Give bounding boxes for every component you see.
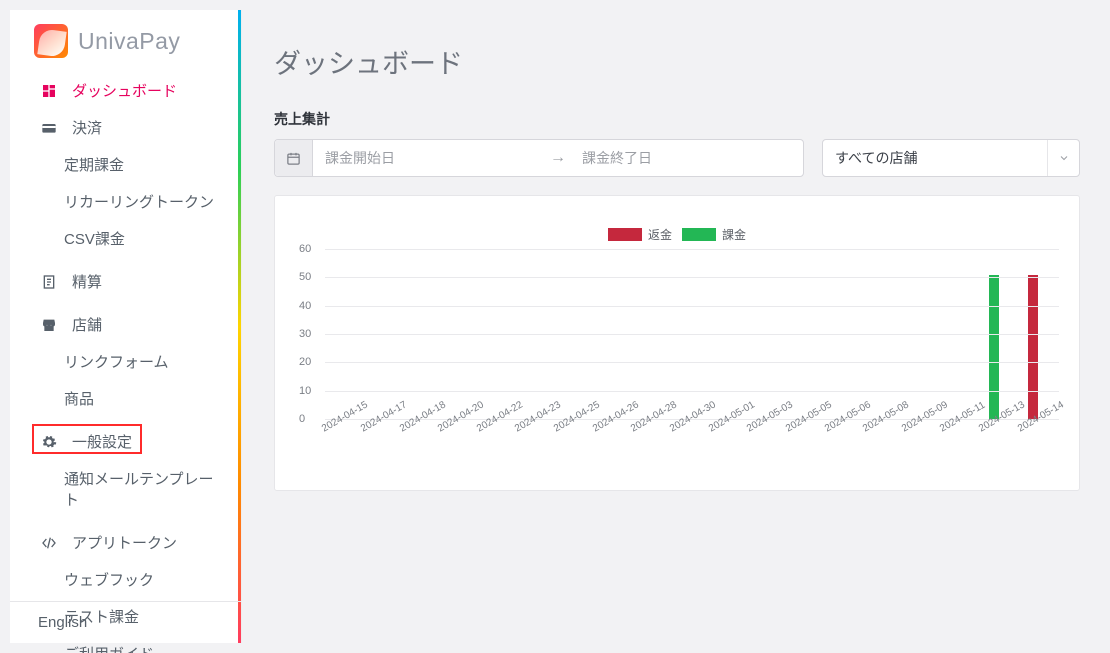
grid-line [325,391,1059,392]
brand-name: UnivaPay [78,28,180,55]
settings-icon [40,434,58,450]
sidebar-item-label: リンクフォーム [64,351,169,372]
y-tick-label: 50 [299,271,311,283]
arrow-right-icon: → [546,149,570,167]
logo-icon [34,24,68,58]
grid-line [325,334,1059,335]
filter-controls: 課金開始日 → 課金終了日 すべての店舗 [274,139,1080,177]
sidebar-item-label: 定期課金 [64,154,124,175]
legend-charge-label: 課金 [722,226,746,243]
store-select-value: すべての店舗 [835,148,917,168]
apptoken-icon [40,535,58,551]
sidebar-item-label: 決済 [72,117,102,138]
dashboard-icon [40,83,58,99]
y-tick-label: 60 [299,243,311,255]
sidebar-item-label: 店舗 [72,314,102,335]
page-title: ダッシュボード [274,42,1080,81]
chart-x-axis: 2024-04-152024-04-172024-04-182024-04-20… [325,419,1059,465]
sidebar-item-linkform[interactable]: リンクフォーム [10,343,241,380]
bar-group [989,275,999,420]
brand[interactable]: UnivaPay [10,24,241,72]
sidebar-item-recurring[interactable]: 定期課金 [10,146,241,183]
y-tick-label: 0 [299,413,305,425]
date-end-placeholder: 課金終了日 [570,148,803,168]
store-select[interactable]: すべての店舗 [822,139,1080,177]
date-range-field[interactable]: 課金開始日 → 課金終了日 [274,139,804,177]
nav: ダッシュボード決済定期課金リカーリングトークン CSV課金精算店舗リンクフォーム商… [10,72,241,653]
sidebar-item-label: 一般設定 [72,431,132,452]
y-tick-label: 40 [299,300,311,312]
sidebar-item-stores[interactable]: 店舗 [10,306,241,343]
sidebar: UnivaPay ダッシュボード決済定期課金リカーリングトークン CSV課金精算店… [10,10,242,643]
legend-refund[interactable]: 返金 [608,226,672,243]
legend-refund-label: 返金 [648,226,672,243]
settlement-icon [40,274,58,290]
sidebar-item-csv[interactable]: CSV課金 [10,220,241,257]
y-tick-label: 20 [299,356,311,368]
accent-strip [238,10,241,643]
sidebar-item-settings[interactable]: 一般設定 [10,423,241,460]
sidebar-item-label: アプリトークン [72,532,177,553]
sidebar-item-label: 商品 [64,388,94,409]
grid-line [325,306,1059,307]
chart-plot-area: 0102030405060 [325,249,1059,419]
sidebar-item-rtoken[interactable]: リカーリングトークン [10,183,241,220]
bar-group [1028,275,1038,420]
grid-line [325,249,1059,250]
sidebar-item-label: 精算 [72,271,102,292]
legend-charge[interactable]: 課金 [682,226,746,243]
calendar-icon [275,140,313,176]
language-switcher[interactable]: English [10,601,241,643]
chevron-down-icon [1047,140,1079,176]
sidebar-item-label: 通知メールテンプレート [64,468,219,510]
legend-refund-swatch [608,228,642,241]
legend-charge-swatch [682,228,716,241]
sidebar-item-payments[interactable]: 決済 [10,109,241,146]
grid-line [325,362,1059,363]
sales-chart: 返金 課金 0102030405060 2024-04-152024-04-17… [274,195,1080,491]
y-tick-label: 30 [299,328,311,340]
grid-line [325,277,1059,278]
sidebar-item-webhook[interactable]: ウェブフック [10,561,241,598]
sidebar-item-mailtpl[interactable]: 通知メールテンプレート [10,460,241,518]
payments-icon [40,120,58,136]
language-label: English [38,614,87,631]
date-start-placeholder: 課金開始日 [313,148,546,168]
sidebar-item-products[interactable]: 商品 [10,380,241,417]
sales-summary-label: 売上集計 [274,109,1080,129]
sidebar-item-label: ウェブフック [64,569,154,590]
main-content: ダッシュボード 売上集計 課金開始日 → 課金終了日 すべての店舗 [242,10,1100,643]
sidebar-item-label: ダッシュボード [72,80,177,101]
sidebar-item-dashboard[interactable]: ダッシュボード [10,72,241,109]
sidebar-item-label: CSV課金 [64,228,125,249]
sidebar-item-label: ご利用ガイド [64,643,154,653]
chart-legend: 返金 課金 [295,226,1059,243]
sidebar-item-apptoken[interactable]: アプリトークン [10,524,241,561]
bar[interactable] [989,275,999,420]
y-tick-label: 10 [299,385,311,397]
sidebar-item-settlement[interactable]: 精算 [10,263,241,300]
stores-icon [40,317,58,333]
bar[interactable] [1028,275,1038,420]
sidebar-item-label: リカーリングトークン [64,191,214,212]
